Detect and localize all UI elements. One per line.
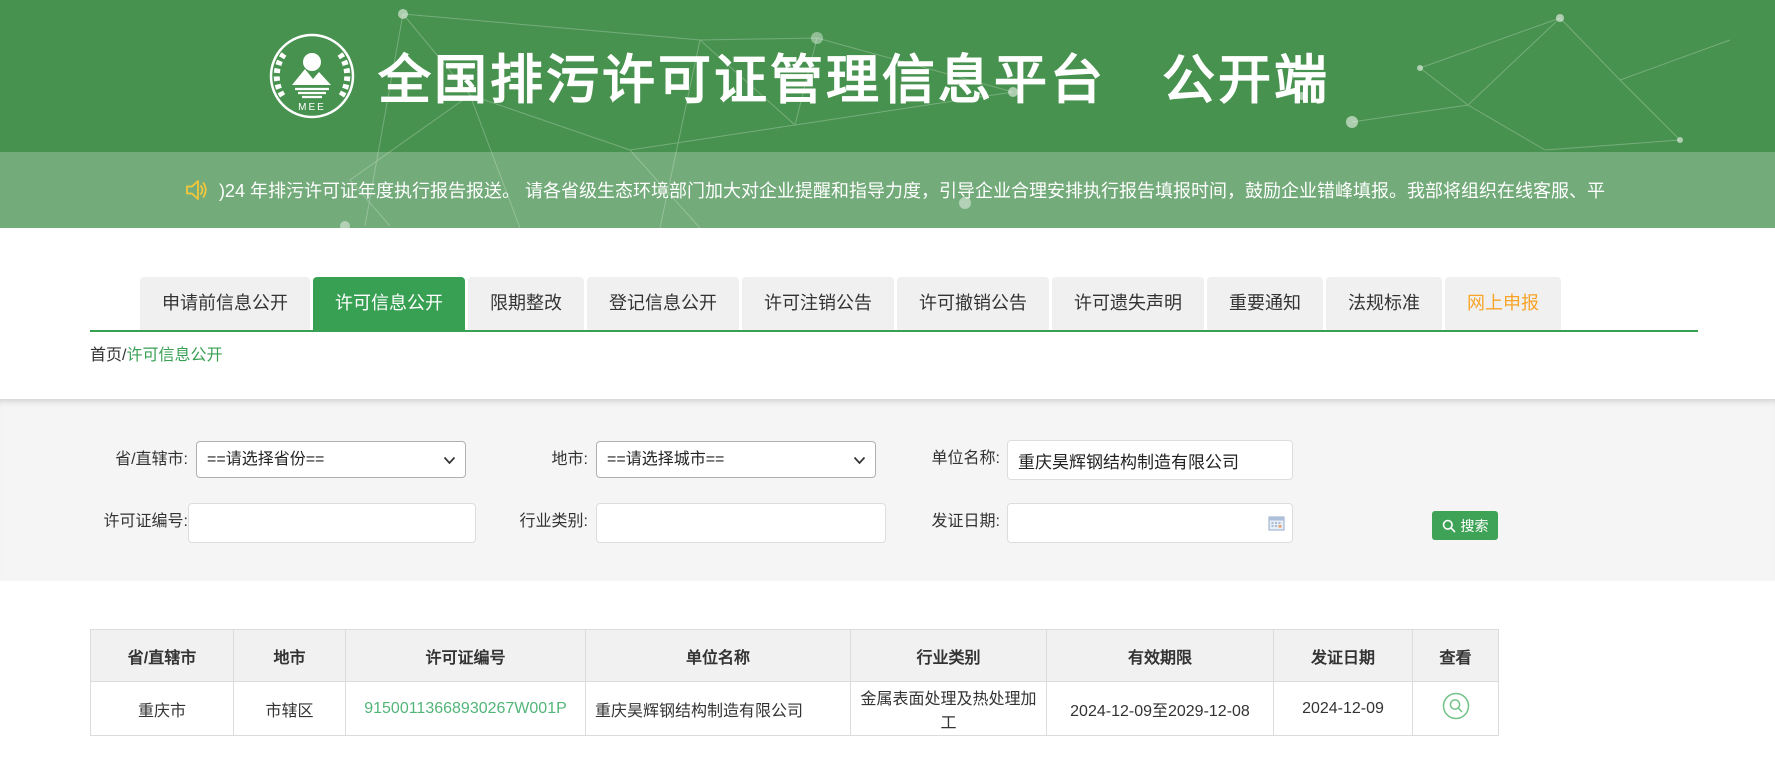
page-top: MEE 全国排污许可证管理信息平台 公开端 )24 年排污许可证年度执行报告报送…	[0, 0, 1775, 228]
tabs-underline: 申请前信息公开 许可信息公开 限期整改 登记信息公开 许可注销公告 许可撤销公告…	[90, 277, 1698, 332]
col-header-view: 查看	[1413, 630, 1499, 682]
col-header-company: 单位名称	[586, 630, 851, 682]
search-icon	[1442, 519, 1456, 533]
city-select[interactable]: ==请选择城市==	[596, 441, 876, 478]
tab-permit-cancellation-notice[interactable]: 许可注销公告	[742, 277, 894, 330]
permit-number-link[interactable]: 91500113668930267W001P	[364, 700, 567, 717]
issue-date-input[interactable]	[1007, 503, 1293, 543]
notice-banner: )24 年排污许可证年度执行报告报送。 请各省级生态环境部门加大对企业提醒和指导…	[0, 152, 1775, 228]
cell-province: 重庆市	[91, 682, 234, 736]
breadcrumb: 首页/许可信息公开	[90, 332, 1775, 378]
search-form: 省/直辖市: ==请选择省份== 地市: ==请选择城市== 单位名称: 许可证…	[0, 399, 1775, 581]
col-header-validity: 有效期限	[1047, 630, 1274, 682]
company-name-label: 单位名称:	[890, 440, 1000, 478]
mee-logo-icon: MEE	[268, 32, 356, 120]
company-name-input[interactable]	[1007, 440, 1293, 480]
breadcrumb-home-link[interactable]: 首页	[90, 347, 122, 364]
cell-validity: 2024-12-09至2029-12-08	[1047, 682, 1274, 736]
col-header-city: 地市	[234, 630, 346, 682]
svg-text:MEE: MEE	[298, 102, 326, 113]
tab-important-notices[interactable]: 重要通知	[1207, 277, 1323, 330]
tab-online-declaration[interactable]: 网上申报	[1445, 277, 1561, 330]
cell-issue-date: 2024-12-09	[1274, 682, 1413, 736]
tab-bar: 申请前信息公开 许可信息公开 限期整改 登记信息公开 许可注销公告 许可撤销公告…	[140, 277, 1698, 330]
issue-date-label: 发证日期:	[890, 503, 1000, 541]
table-header-row: 省/直辖市 地市 许可证编号 单位名称 行业类别 有效期限 发证日期 查看	[91, 630, 1499, 682]
breadcrumb-current: 许可信息公开	[126, 347, 222, 364]
permit-number-input[interactable]	[188, 503, 476, 543]
col-header-issue-date: 发证日期	[1274, 630, 1413, 682]
table-row: 重庆市 市辖区 91500113668930267W001P 重庆昊辉钢结构制造…	[91, 682, 1499, 736]
tab-permit-loss-statement[interactable]: 许可遗失声明	[1052, 277, 1204, 330]
cell-industry: 金属表面处理及热处理加工	[851, 682, 1047, 736]
city-label: 地市:	[478, 441, 588, 479]
col-header-province: 省/直辖市	[91, 630, 234, 682]
tab-permit-info-disclosure[interactable]: 许可信息公开	[313, 277, 465, 330]
tab-pre-application-disclosure[interactable]: 申请前信息公开	[140, 277, 310, 330]
industry-label: 行业类别:	[478, 503, 588, 541]
permit-number-label: 许可证编号:	[40, 503, 188, 541]
chevron-down-icon	[443, 456, 456, 465]
search-button[interactable]: 搜索	[1432, 511, 1498, 540]
chevron-down-icon	[853, 456, 866, 465]
cell-company: 重庆昊辉钢结构制造有限公司	[586, 682, 851, 736]
col-header-permit-number: 许可证编号	[346, 630, 586, 682]
speaker-icon	[185, 179, 209, 201]
tab-deadline-rectification[interactable]: 限期整改	[468, 277, 584, 330]
city-select-value: ==请选择城市==	[607, 451, 724, 468]
results-table: 省/直辖市 地市 许可证编号 单位名称 行业类别 有效期限 发证日期 查看 重庆…	[90, 629, 1499, 736]
tab-permit-revocation-notice[interactable]: 许可撤销公告	[897, 277, 1049, 330]
calendar-icon[interactable]	[1268, 515, 1285, 531]
tab-regulations-standards[interactable]: 法规标准	[1326, 277, 1442, 330]
cell-city: 市辖区	[234, 682, 346, 736]
province-select[interactable]: ==请选择省份==	[196, 441, 466, 478]
issue-date-field	[1007, 503, 1293, 543]
industry-input[interactable]	[596, 503, 886, 543]
view-magnifier-icon[interactable]	[1442, 692, 1470, 720]
notice-marquee-text: )24 年排污许可证年度执行报告报送。 请各省级生态环境部门加大对企业提醒和指导…	[219, 177, 1775, 203]
site-header: MEE 全国排污许可证管理信息平台 公开端	[0, 0, 1775, 152]
col-header-industry: 行业类别	[851, 630, 1047, 682]
search-button-label: 搜索	[1461, 516, 1489, 536]
province-select-value: ==请选择省份==	[207, 451, 324, 468]
nav-section: 申请前信息公开 许可信息公开 限期整改 登记信息公开 许可注销公告 许可撤销公告…	[0, 228, 1775, 378]
tab-registration-info-disclosure[interactable]: 登记信息公开	[587, 277, 739, 330]
province-label: 省/直辖市:	[40, 441, 188, 479]
site-title: 全国排污许可证管理信息平台 公开端	[378, 38, 1330, 114]
